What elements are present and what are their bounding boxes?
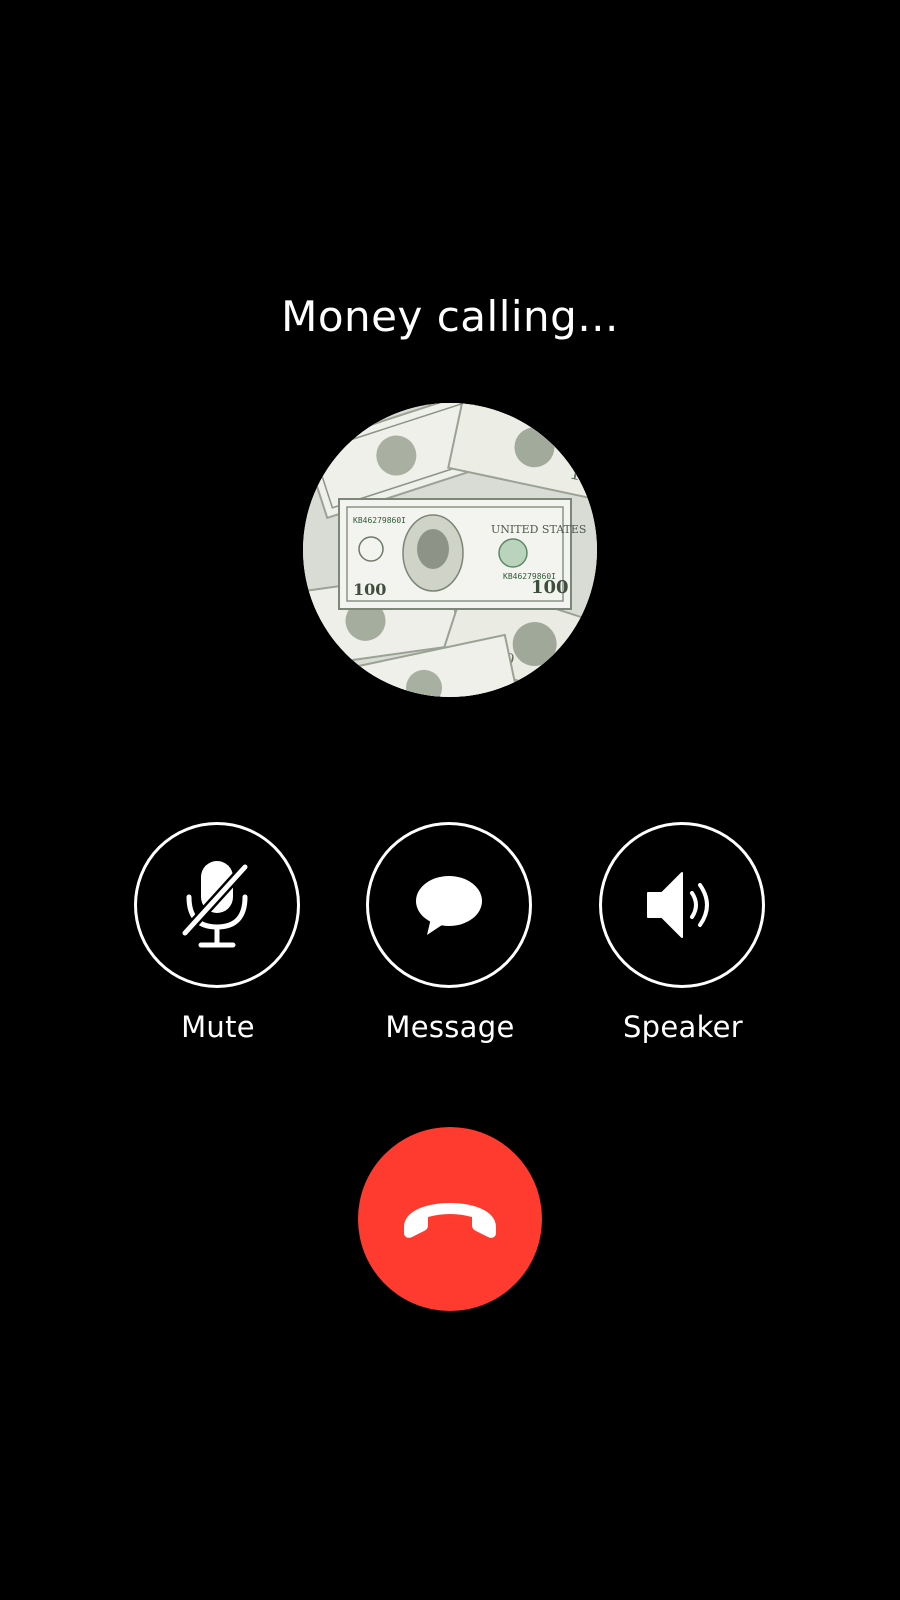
svg-text:100: 100 [353, 580, 386, 599]
svg-text:KB46279860I: KB46279860I [353, 516, 406, 525]
mute-button[interactable] [134, 822, 300, 988]
speaker-icon [647, 872, 709, 938]
speaker-button[interactable] [599, 822, 765, 988]
dollar-bills-photo: 100 100 UNITED STATES 100 KB46279860I KB… [303, 403, 597, 697]
caller-title: Money calling... [281, 292, 619, 341]
speaker-label: Speaker [622, 1010, 744, 1044]
phone-hangup-icon [404, 1203, 496, 1238]
mic-off-icon [180, 861, 250, 948]
message-button[interactable] [366, 822, 532, 988]
svg-text:KB46279860I: KB46279860I [503, 572, 556, 581]
svg-text:UNITED STATES: UNITED STATES [491, 523, 586, 536]
message-label: Message [385, 1010, 515, 1044]
message-action: Message [334, 822, 566, 1052]
chat-bubble-icon [416, 876, 482, 935]
end-call-button[interactable] [358, 1127, 542, 1311]
mute-action: Mute [102, 822, 334, 1052]
mute-label: Mute [181, 1010, 255, 1044]
speaker-action: Speaker [567, 822, 799, 1052]
caller-avatar: 100 100 UNITED STATES 100 KB46279860I KB… [303, 403, 597, 697]
